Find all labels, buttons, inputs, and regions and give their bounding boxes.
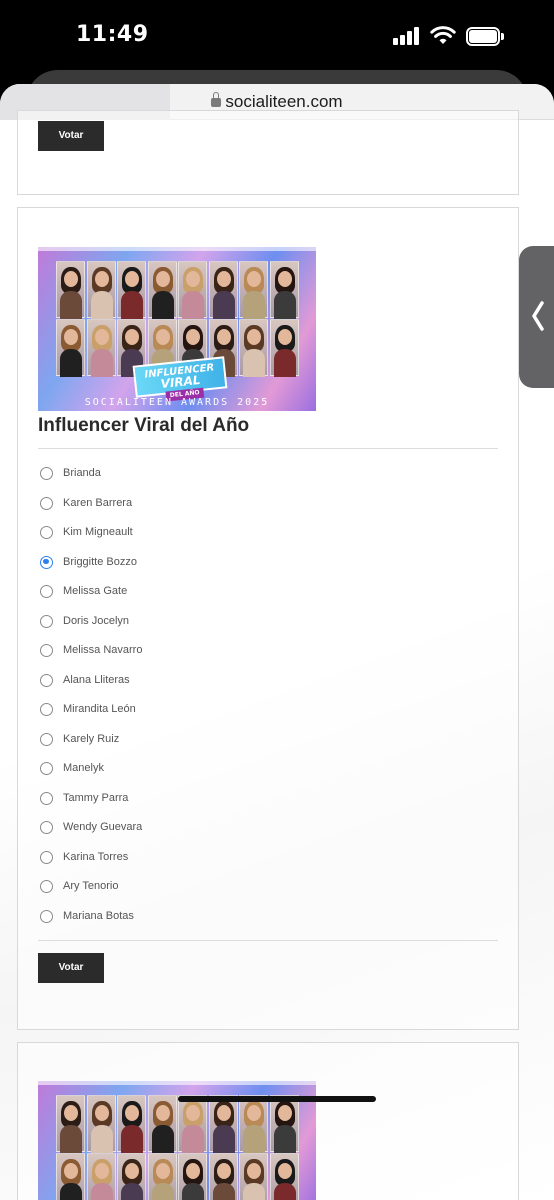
nominee-option[interactable]: Mariana Botas	[38, 907, 338, 927]
nominee-photo-tile	[56, 261, 85, 319]
nominee-label: Mirandita León	[63, 703, 136, 715]
nominee-label: Tammy Parra	[63, 791, 129, 804]
nominee-label: Melissa Navarro	[63, 644, 143, 656]
home-indicator[interactable]	[178, 1096, 376, 1102]
nominee-photo-tile	[239, 319, 268, 377]
radio-button[interactable]	[40, 526, 53, 539]
lock-icon	[211, 92, 222, 107]
nominee-label: Kim Migneault	[63, 526, 133, 538]
vote-button[interactable]: Votar	[38, 953, 104, 983]
nominee-photo-tile	[269, 261, 299, 319]
nominee-photo-tile	[178, 261, 207, 319]
nominee-label: Karina Torres	[63, 850, 129, 863]
nominee-photo-tile	[117, 261, 146, 319]
url-domain: socialiteen.com	[225, 92, 343, 111]
nominee-option[interactable]: Karely Ruiz	[38, 730, 338, 750]
nominee-label: Manelyk	[63, 762, 104, 774]
nominee-photo-tile	[208, 1153, 238, 1200]
nominee-option[interactable]: Brianda	[38, 464, 338, 484]
title-divider	[38, 448, 498, 449]
radio-button[interactable]	[40, 703, 53, 716]
nominee-photo-tile	[86, 1153, 116, 1200]
nominee-option[interactable]: Wendy Guevara	[38, 818, 338, 838]
nominee-photo-tile	[86, 319, 116, 377]
nominee-photo-tile	[269, 1153, 299, 1200]
nominee-option[interactable]: Karina Torres	[38, 848, 338, 868]
nominee-label: Doris Jocelyn	[63, 614, 130, 627]
nominee-option[interactable]: Kim Migneault	[38, 523, 338, 543]
nominee-photo-tile	[147, 1153, 177, 1200]
nominee-photo-tile	[56, 1095, 85, 1153]
browser-sheet: socialiteen.com Votar INFLUENCER VIRAL D…	[0, 84, 554, 1200]
previous-category-card: Votar	[17, 110, 519, 195]
category-card: INFLUENCER VIRAL DEL AÑO SOCIALITEEN AWA…	[17, 207, 519, 1030]
nominee-photo-tile	[178, 1095, 207, 1153]
nominee-photo-tile	[147, 1095, 177, 1153]
nominee-label: Karely Ruiz	[63, 732, 120, 745]
nominee-photo-tile	[208, 261, 238, 319]
chevron-left-icon	[532, 301, 544, 331]
nominee-label: Ary Tenorio	[63, 880, 119, 892]
nominee-option[interactable]: Briggitte Bozzo	[38, 553, 338, 573]
nominee-photo-tile	[56, 319, 85, 377]
options-divider	[38, 940, 498, 941]
nominee-label: Karen Barrera	[63, 496, 133, 509]
nominee-photo-tile	[117, 1095, 146, 1153]
radio-button[interactable]	[40, 909, 53, 923]
nominee-label: Wendy Guevara	[63, 821, 143, 833]
wifi-icon	[430, 26, 456, 44]
nominee-label: Briggitte Bozzo	[63, 555, 137, 568]
nominee-photo-tile	[178, 1153, 207, 1200]
battery-icon	[466, 27, 504, 46]
nominee-photo-tile	[147, 261, 177, 319]
nominee-photo-tile	[86, 261, 116, 319]
nominee-option[interactable]: Mirandita León	[38, 700, 338, 720]
nominee-label: Mariana Botas	[63, 909, 134, 922]
nominee-photo-tile	[269, 319, 299, 377]
radio-button[interactable]	[40, 644, 53, 657]
radio-button[interactable]	[40, 850, 53, 864]
nominee-photo-tile	[269, 1095, 299, 1153]
nominee-photo-tile	[208, 1095, 238, 1153]
radio-button[interactable]	[40, 791, 53, 805]
nominee-label: Alana Lliteras	[63, 673, 130, 686]
radio-button[interactable]	[40, 673, 53, 687]
nominee-option[interactable]: Melissa Gate	[38, 582, 338, 602]
page-content: Votar INFLUENCER VIRAL DEL AÑO SOCIALITE…	[0, 110, 554, 1200]
nominee-label: Melissa Gate	[63, 585, 128, 597]
nominee-option[interactable]: Alana Lliteras	[38, 671, 338, 691]
nominee-photo-tile	[56, 1153, 85, 1200]
nominee-photo-tile	[239, 1153, 268, 1200]
radio-button[interactable]	[40, 555, 53, 569]
nominee-option[interactable]: Manelyk	[38, 759, 338, 779]
nominee-option[interactable]: Doris Jocelyn	[38, 612, 338, 632]
nominee-option[interactable]: Ary Tenorio	[38, 877, 338, 897]
radio-button[interactable]	[40, 467, 53, 480]
nominee-photo-tile	[239, 1095, 268, 1153]
category-title: Influencer Viral del Año	[38, 415, 250, 436]
status-time: 11:49	[76, 22, 149, 47]
radio-button[interactable]	[40, 732, 53, 746]
side-panel-handle[interactable]	[519, 246, 554, 388]
status-bar: 11:49	[0, 0, 554, 76]
radio-button[interactable]	[40, 496, 53, 510]
radio-button[interactable]	[40, 762, 53, 775]
banner-caption: SOCIALITEEN AWARDS 2025	[84, 397, 270, 408]
radio-button[interactable]	[40, 614, 53, 628]
nominee-label: Brianda	[63, 467, 101, 479]
nominee-option[interactable]: Karen Barrera	[38, 494, 338, 514]
cellular-signal-icon	[393, 27, 423, 45]
category-banner-image: INFLUENCER VIRAL DEL AÑO SOCIALITEEN AWA…	[38, 247, 316, 411]
nominee-photo-tile	[239, 261, 268, 319]
vote-button-previous[interactable]: Votar	[38, 121, 104, 151]
nominee-option[interactable]: Melissa Navarro	[38, 641, 338, 661]
nominee-option[interactable]: Tammy Parra	[38, 789, 338, 809]
radio-button[interactable]	[40, 880, 53, 893]
next-category-card	[17, 1042, 519, 1200]
radio-button[interactable]	[40, 585, 53, 598]
nominee-photo-tile	[117, 1153, 146, 1200]
nominee-photo-tile	[86, 1095, 116, 1153]
radio-button[interactable]	[40, 821, 53, 834]
